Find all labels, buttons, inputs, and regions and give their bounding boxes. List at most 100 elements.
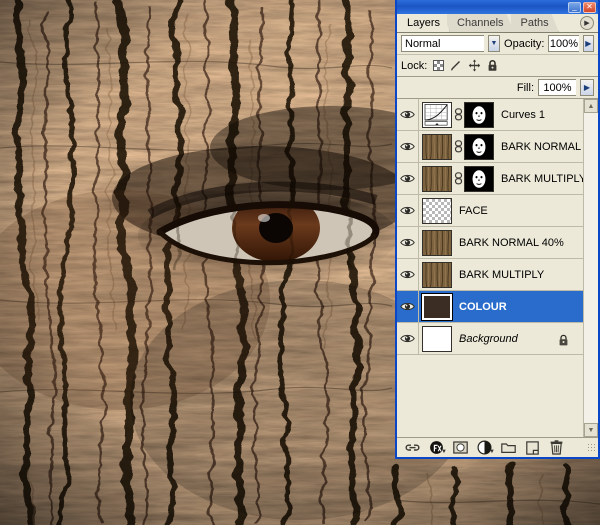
- lock-label: Lock:: [401, 60, 427, 72]
- tab-channels-label: Channels: [457, 17, 503, 29]
- layer-row[interactable]: BARK NORMAL 40%: [397, 227, 583, 259]
- lock-all-icon[interactable]: [486, 59, 499, 72]
- panel-menu-button[interactable]: ▶: [580, 16, 594, 30]
- fill-slider-button[interactable]: ▶: [580, 79, 594, 96]
- new-adjustment-layer-icon[interactable]: ▼: [477, 440, 492, 455]
- layer-row[interactable]: Curves 1: [397, 99, 583, 131]
- eye-icon: [400, 269, 415, 280]
- layer-thumbnail[interactable]: [422, 198, 452, 224]
- layer-row[interactable]: BARK NORMAL ...: [397, 131, 583, 163]
- opacity-input[interactable]: 100%: [548, 35, 578, 52]
- mask-link-icon[interactable]: [452, 108, 464, 121]
- new-group-folder-icon[interactable]: [501, 440, 516, 455]
- opacity-value: 100%: [550, 38, 578, 50]
- chevron-right-circle-icon: ▶: [584, 19, 589, 27]
- minimize-icon: _: [572, 3, 576, 11]
- mask-link-icon[interactable]: [452, 140, 464, 153]
- layer-row[interactable]: BARK MULTIPLY: [397, 259, 583, 291]
- delete-layer-trash-icon[interactable]: [549, 440, 564, 455]
- layer-thumbnail[interactable]: [422, 166, 452, 192]
- layer-name[interactable]: BARK NORMAL ...: [501, 141, 583, 153]
- eye-icon: [400, 141, 415, 152]
- opacity-slider-button[interactable]: ▶: [583, 35, 594, 52]
- close-button[interactable]: ✕: [583, 2, 596, 13]
- layer-name[interactable]: Background: [459, 333, 518, 345]
- layer-name[interactable]: BARK MULTIPLY: [459, 269, 544, 281]
- lock-image-pixels-icon[interactable]: [450, 59, 463, 72]
- layer-thumbnail[interactable]: [422, 294, 452, 320]
- eye-icon: [400, 205, 415, 216]
- chevron-right-icon: ▶: [585, 39, 591, 48]
- layers-panel: _ ✕ Layers Channels Paths ▶ Normal ▼ Opa…: [395, 0, 600, 459]
- blend-mode-value: Normal: [405, 38, 440, 50]
- layer-thumbnail[interactable]: [422, 230, 452, 256]
- layer-row[interactable]: BARK MULTIPLY: [397, 163, 583, 195]
- layer-visibility-toggle[interactable]: [397, 291, 419, 322]
- blend-opacity-row: Normal ▼ Opacity: 100% ▶: [397, 33, 598, 55]
- layers-bottom-toolbar: ▼ ▼: [397, 437, 598, 457]
- chevron-down-icon[interactable]: ▼: [488, 35, 500, 52]
- layer-row[interactable]: COLOUR: [397, 291, 583, 323]
- panel-titlebar[interactable]: _ ✕: [397, 0, 598, 14]
- lock-position-icon[interactable]: [468, 59, 481, 72]
- fill-input[interactable]: 100%: [538, 79, 576, 96]
- layer-row[interactable]: Background: [397, 323, 583, 355]
- layer-mask-thumbnail[interactable]: [464, 102, 494, 128]
- fill-value: 100%: [543, 82, 571, 94]
- layers-list-area: Curves 1 BARK NORMAL ...: [397, 99, 598, 437]
- layer-name[interactable]: COLOUR: [459, 301, 507, 313]
- chevron-down-icon: ▼: [489, 449, 495, 455]
- layer-name[interactable]: BARK MULTIPLY: [501, 173, 583, 185]
- layers-scrollbar[interactable]: ▲ ▼: [583, 99, 598, 437]
- tab-channels[interactable]: Channels: [447, 14, 513, 32]
- close-icon: ✕: [586, 3, 593, 11]
- layer-row[interactable]: FACE: [397, 195, 583, 227]
- layer-name[interactable]: BARK NORMAL 40%: [459, 237, 564, 249]
- tab-paths-label: Paths: [521, 17, 549, 29]
- layer-visibility-toggle[interactable]: [397, 163, 419, 194]
- layer-visibility-toggle[interactable]: [397, 131, 419, 162]
- tab-paths[interactable]: Paths: [511, 14, 559, 32]
- eye-icon: [400, 237, 415, 248]
- fill-label: Fill:: [517, 82, 534, 94]
- layer-visibility-toggle[interactable]: [397, 99, 419, 130]
- lock-row: Lock:: [397, 55, 598, 77]
- minimize-button[interactable]: _: [568, 2, 581, 13]
- chevron-up-icon: ▲: [588, 103, 595, 110]
- layer-visibility-toggle[interactable]: [397, 227, 419, 258]
- chevron-down-icon: ▼: [588, 427, 595, 434]
- layer-mask-thumbnail[interactable]: [464, 166, 494, 192]
- chevron-right-icon: ▶: [584, 83, 590, 92]
- layer-name[interactable]: FACE: [459, 205, 488, 217]
- layer-locked-icon: [558, 333, 569, 345]
- scroll-track[interactable]: [584, 113, 598, 423]
- layer-thumbnail[interactable]: [422, 134, 452, 160]
- chevron-down-icon: ▼: [441, 449, 447, 455]
- eye-icon: [400, 109, 415, 120]
- layer-name[interactable]: Curves 1: [501, 109, 545, 121]
- layer-visibility-toggle[interactable]: [397, 323, 419, 354]
- layers-list[interactable]: Curves 1 BARK NORMAL ...: [397, 99, 583, 437]
- add-layer-mask-icon[interactable]: [453, 440, 468, 455]
- layer-visibility-toggle[interactable]: [397, 195, 419, 226]
- panel-tab-bar: Layers Channels Paths ▶: [397, 14, 598, 33]
- lock-transparent-pixels-icon[interactable]: [432, 59, 445, 72]
- layer-thumbnail[interactable]: [422, 326, 452, 352]
- layer-visibility-toggle[interactable]: [397, 259, 419, 290]
- eye-icon: [400, 301, 415, 312]
- opacity-label: Opacity:: [504, 38, 544, 50]
- eye-icon: [400, 333, 415, 344]
- layer-thumbnail[interactable]: [422, 262, 452, 288]
- link-layers-icon[interactable]: [405, 440, 420, 455]
- panel-resize-grip[interactable]: [587, 443, 595, 453]
- mask-link-icon[interactable]: [452, 172, 464, 185]
- blend-mode-select[interactable]: Normal: [401, 35, 484, 52]
- scroll-up-button[interactable]: ▲: [584, 99, 598, 113]
- new-layer-icon[interactable]: [525, 440, 540, 455]
- layer-style-fx-icon[interactable]: ▼: [429, 440, 444, 455]
- fill-row: Fill: 100% ▶: [397, 77, 598, 99]
- layer-mask-thumbnail[interactable]: [464, 134, 494, 160]
- layer-thumbnail[interactable]: [422, 102, 452, 128]
- tab-layers[interactable]: Layers: [397, 14, 450, 32]
- scroll-down-button[interactable]: ▼: [584, 423, 598, 437]
